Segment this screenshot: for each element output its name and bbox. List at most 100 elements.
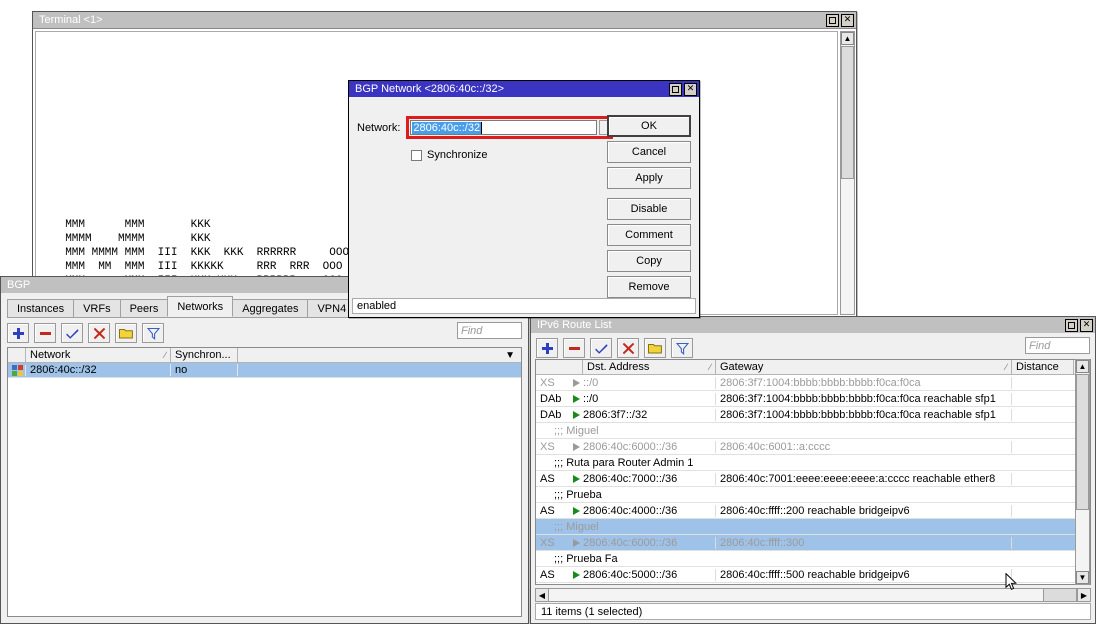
- route-list-title: IPv6 Route List: [537, 319, 1063, 331]
- cell-dst-address: 2806:40c:ffff::/48: [583, 585, 716, 586]
- table-row[interactable]: XS2806:40c:6000::/362806:40c:ffff::300: [536, 535, 1090, 550]
- tab-networks[interactable]: Networks: [167, 296, 233, 317]
- cell-synchronize: no: [171, 364, 238, 376]
- search-input[interactable]: Find: [457, 322, 522, 339]
- terminal-vertical-scrollbar[interactable]: ▲: [840, 31, 855, 315]
- enable-icon[interactable]: [590, 338, 612, 358]
- table-row[interactable]: DAb2806:3f7::/322806:3f7:1004:bbbb:bbbb:…: [536, 407, 1090, 422]
- route-comment-row[interactable]: ;;; Prueba Fa: [536, 551, 1090, 566]
- close-icon[interactable]: ✕: [841, 14, 854, 27]
- route-comment-text: ;;; Miguel: [536, 521, 599, 533]
- terminal-titlebar[interactable]: Terminal <1> ✕: [33, 12, 856, 28]
- cell-gateway: 2806:40c:ffff::500 reachable bridgeipv6: [716, 569, 1012, 581]
- scroll-right-icon[interactable]: ▶: [1077, 589, 1090, 601]
- table-row[interactable]: AS2806:40c:4000::/362806:40c:ffff::200 r…: [536, 503, 1090, 518]
- scrollbar-thumb[interactable]: [841, 46, 854, 179]
- dialog-titlebar[interactable]: BGP Network <2806:40c::/32> ✕: [349, 81, 699, 97]
- scroll-up-icon[interactable]: ▲: [1076, 360, 1089, 373]
- route-rows: XS::/02806:3f7:1004:bbbb:bbbb:bbbb:f0ca:…: [536, 375, 1090, 585]
- chevron-down-icon[interactable]: ▼: [505, 350, 515, 361]
- column-header-dst-address[interactable]: Dst. Address ∕: [583, 360, 716, 374]
- route-comment-text: ;;; Prueba: [536, 489, 602, 501]
- column-label: Synchron...: [175, 349, 231, 361]
- cell-flags: AS: [536, 473, 569, 485]
- cell-flags: DAC: [536, 585, 569, 586]
- apply-button[interactable]: Apply: [607, 167, 691, 189]
- scrollbar-thumb[interactable]: [1076, 374, 1089, 510]
- comment-icon[interactable]: [644, 338, 666, 358]
- column-header-distance[interactable]: Distance: [1012, 360, 1074, 374]
- table-header: Network ∕ Synchron... ▼: [8, 348, 521, 363]
- column-label: Gateway: [720, 361, 763, 373]
- column-header-gateway[interactable]: Gateway ∕: [716, 360, 1012, 374]
- route-list-vertical-scrollbar[interactable]: ▲ ▼: [1075, 359, 1090, 585]
- maximize-icon[interactable]: [1065, 319, 1078, 332]
- add-icon[interactable]: [7, 323, 29, 343]
- add-icon[interactable]: [536, 338, 558, 358]
- synchronize-checkbox[interactable]: [411, 150, 422, 161]
- column-header-flags[interactable]: [536, 360, 583, 374]
- remove-button[interactable]: Remove: [607, 276, 691, 298]
- cell-flags: AS: [536, 505, 569, 517]
- column-label: Distance: [1016, 361, 1059, 373]
- cell-network: 2806:40c::/32: [26, 364, 171, 376]
- enable-icon[interactable]: [61, 323, 83, 343]
- cell-flags: XS: [536, 537, 569, 549]
- synchronize-row[interactable]: Synchronize: [411, 149, 488, 161]
- route-arrow-icon: [569, 379, 583, 387]
- cell-dst-address: 2806:40c:7000::/36: [583, 473, 716, 485]
- column-header-network[interactable]: Network ∕: [26, 348, 171, 362]
- copy-button[interactable]: Copy: [607, 250, 691, 272]
- column-header-icon[interactable]: [8, 348, 26, 362]
- route-comment-text: ;;; Miguel: [536, 425, 599, 437]
- table-row[interactable]: XS::/02806:3f7:1004:bbbb:bbbb:bbbb:f0ca:…: [536, 375, 1090, 390]
- table-row[interactable]: 2806:40c::/32 no: [8, 363, 521, 378]
- route-comment-row[interactable]: ;;; Miguel: [536, 423, 1090, 438]
- tab-vrfs[interactable]: VRFs: [73, 299, 121, 317]
- close-icon[interactable]: ✕: [1080, 319, 1093, 332]
- cell-dst-address: 2806:40c:5000::/36: [583, 569, 716, 581]
- tab-instances[interactable]: Instances: [7, 299, 74, 317]
- route-comment-row[interactable]: ;;; Prueba: [536, 487, 1090, 502]
- filter-icon[interactable]: [671, 338, 693, 358]
- disable-button[interactable]: Disable: [607, 198, 691, 220]
- column-header-synchronize[interactable]: Synchron...: [171, 348, 238, 362]
- network-label: Network:: [357, 122, 400, 134]
- search-input[interactable]: Find: [1025, 337, 1090, 354]
- table-row[interactable]: DAb::/02806:3f7:1004:bbbb:bbbb:bbbb:f0ca…: [536, 391, 1090, 406]
- tab-peers[interactable]: Peers: [120, 299, 169, 317]
- route-comment-row[interactable]: ;;; Ruta para Router Admin 1: [536, 455, 1090, 470]
- route-table: Dst. Address ∕ Gateway ∕ Distance ▼ XS::…: [535, 359, 1091, 585]
- cell-gateway: 2806:3f7:1004:bbbb:bbbb:bbbb:f0ca:f0ca r…: [716, 393, 1012, 405]
- scroll-up-icon[interactable]: ▲: [841, 32, 854, 45]
- disable-icon[interactable]: [88, 323, 110, 343]
- route-list-titlebar[interactable]: IPv6 Route List ✕: [531, 317, 1095, 333]
- maximize-icon[interactable]: [826, 14, 839, 27]
- route-comment-text: ;;; Prueba Fa: [536, 553, 618, 565]
- comment-button[interactable]: Comment: [607, 224, 691, 246]
- network-input[interactable]: 2806:40c::/32: [410, 120, 597, 135]
- disable-icon[interactable]: [617, 338, 639, 358]
- dialog-status-bar: enabled: [352, 298, 696, 314]
- scrollbar-thumb[interactable]: [1043, 589, 1077, 601]
- filter-icon[interactable]: [142, 323, 164, 343]
- ok-button[interactable]: OK: [607, 115, 691, 137]
- cancel-button[interactable]: Cancel: [607, 141, 691, 163]
- maximize-icon[interactable]: [669, 83, 682, 96]
- table-row[interactable]: XS2806:40c:6000::/362806:40c:6001::a:ccc…: [536, 439, 1090, 454]
- row-icon: [8, 365, 26, 376]
- cell-dst-address: 2806:40c:6000::/36: [583, 441, 716, 453]
- column-header-spacer: ▼: [238, 348, 521, 362]
- route-comment-row[interactable]: ;;; Miguel: [536, 519, 1090, 534]
- scroll-down-icon[interactable]: ▼: [1076, 571, 1089, 584]
- scroll-left-icon[interactable]: ◀: [536, 589, 549, 601]
- dialog-form: Network: 2806:40c::/32 Synchronize: [349, 97, 603, 317]
- table-row[interactable]: AS2806:40c:7000::/362806:40c:7001:eeee:e…: [536, 471, 1090, 486]
- tab-aggregates[interactable]: Aggregates: [232, 299, 308, 317]
- remove-icon[interactable]: [34, 323, 56, 343]
- remove-icon[interactable]: [563, 338, 585, 358]
- cell-gateway: 2806:3f7:1004:bbbb:bbbb:bbbb:f0ca:f0ca r…: [716, 409, 1012, 421]
- close-icon[interactable]: ✕: [684, 83, 697, 96]
- comment-icon[interactable]: [115, 323, 137, 343]
- bgp-window: BGP Instances VRFs Peers Networks Aggreg…: [0, 276, 529, 624]
